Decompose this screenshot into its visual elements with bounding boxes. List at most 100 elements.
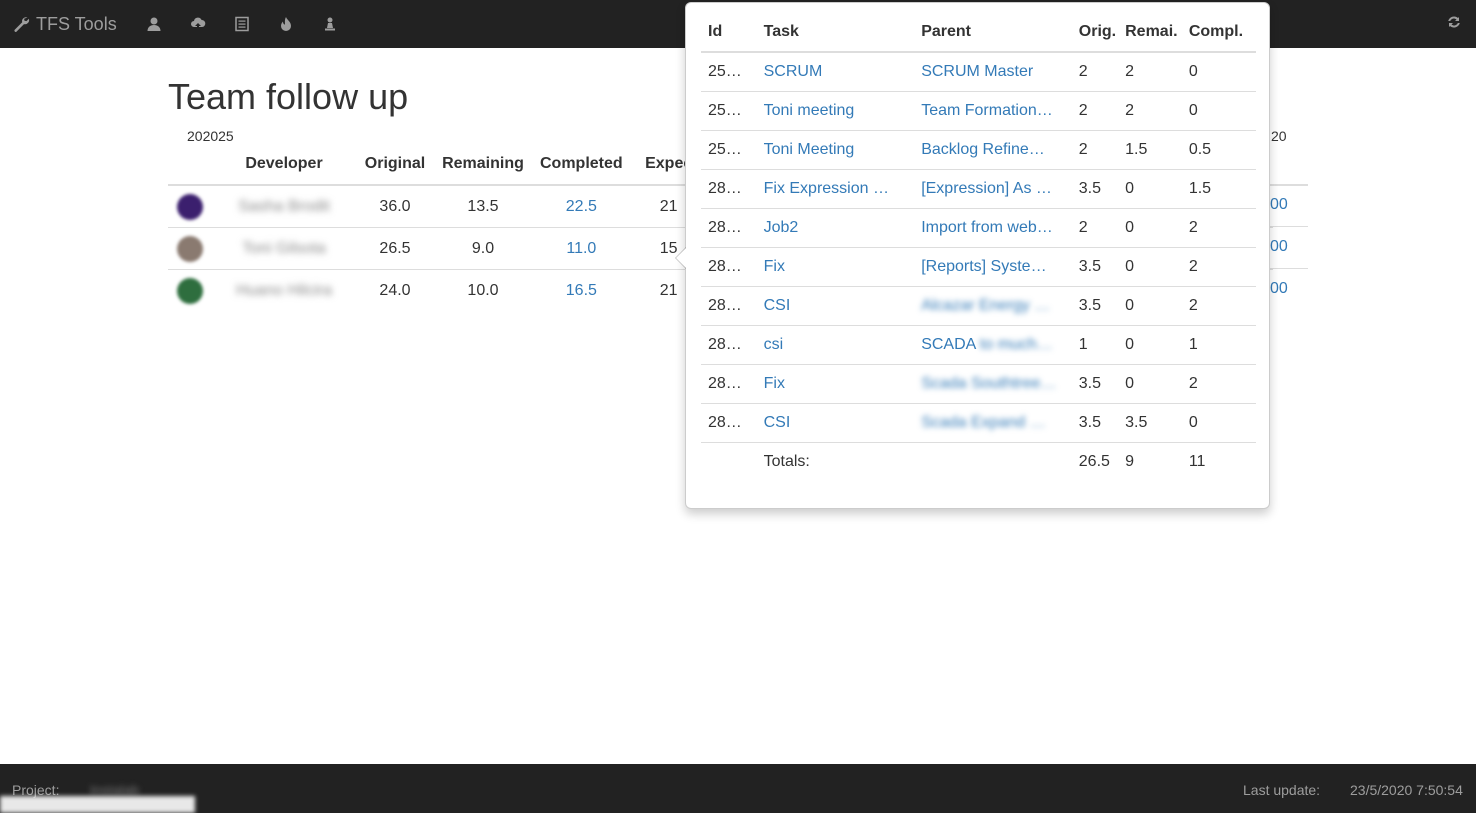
parent-link[interactable]: [Reports] Syste… [921,258,1046,275]
totals-row: Totals: 26.5 9 11 [701,443,1256,482]
popover-arrow [675,247,686,269]
orig-cell: 3.5 [1071,169,1119,209]
compl-cell: 1.5 [1181,169,1256,209]
table-row: 28318 Job2 Import from web… 2 0 2 [701,208,1256,248]
trailing-link[interactable]: 00 [1270,280,1288,298]
parent-link[interactable]: SCRUM Master [921,63,1033,80]
original-cell: 26.5 [356,227,434,270]
page-title: Team follow up [168,76,409,117]
parent-link[interactable]: Scada Expand … [921,414,1046,431]
task-link[interactable]: Fix [764,258,785,275]
chess-pawn-icon[interactable] [320,14,340,34]
table-row: 28389 csi SCADA to much… 1 0 1 [701,325,1256,365]
avatar [177,235,203,262]
compl-cell: 2 [1181,247,1256,287]
remai-header: Remai. [1118,13,1182,53]
table-row: 25945 Toni meeting Team Formation… 2 2 0 [701,91,1256,131]
task-id: 28442 [701,169,757,209]
developer-name: Huano Hilcira [235,281,333,299]
orig-cell: 2 [1071,91,1119,131]
trailing-link[interactable]: 00 [1270,196,1288,214]
table-row: 28031 Fix [Reports] Syste… 3.5 0 2 [701,247,1256,287]
parent-link[interactable]: SCADA to much… [921,336,1053,353]
parent-link[interactable]: Team Formation… [921,102,1053,119]
task-link[interactable]: Toni meeting [764,102,855,119]
compl-cell: 2 [1181,364,1256,404]
table-row: 28431 CSI Scada Expand … 3.5 3.5 0 [701,403,1256,443]
compl-cell: 1 [1181,325,1256,365]
task-header: Task [756,13,915,53]
id-header: Id [701,13,757,53]
avatar [177,277,203,304]
completed-link[interactable]: 11.0 [566,240,596,257]
week-label: 202025 [187,128,234,144]
parent-link-text: SCADA [921,336,976,353]
remaining-cell: 13.5 [434,185,532,228]
totals-orig: 26.5 [1078,453,1110,470]
status-bar-blurred [0,796,195,813]
brand-text: TFS Tools [36,13,117,34]
parent-header: Parent [914,13,1072,53]
original-cell: 36.0 [356,185,434,228]
parent-link[interactable]: Scada Southtree… [921,375,1056,392]
avatar-header [168,144,212,186]
list-icon[interactable] [232,14,252,34]
footer: Project: Instalab Last update: 23/5/2020… [0,764,1476,813]
task-link[interactable]: Fix [764,375,785,392]
remai-cell: 0 [1118,286,1182,326]
refresh-icon[interactable] [1446,14,1466,34]
task-link[interactable]: SCRUM [764,63,823,80]
parent-link[interactable]: Alcazar Energy … [921,297,1050,314]
task-link[interactable]: Toni Meeting [764,141,855,158]
table-row: 28442 Fix Expression … [Expression] As …… [701,169,1256,209]
completed-link[interactable]: 16.5 [566,282,597,299]
compl-cell: 2 [1181,286,1256,326]
task-link[interactable]: csi [764,336,784,353]
parent-link-blurred: to much… [979,336,1053,353]
task-link[interactable]: Fix Expression … [764,180,889,197]
original-header: Original [356,144,434,186]
cloud-upload-icon[interactable] [188,14,208,34]
remaining-cell: 9.0 [434,227,532,270]
orig-header: Orig. [1071,13,1119,53]
table-row: 28380 CSI Alcazar Energy … 3.5 0 2 [701,286,1256,326]
completed-header: Completed [532,144,631,186]
compl-header: Compl. [1181,13,1256,53]
task-link[interactable]: Job2 [764,219,799,236]
task-link[interactable]: CSI [764,414,791,431]
orig-cell: 3.5 [1071,286,1119,326]
task-id: 28031 [701,247,757,287]
remai-cell: 0 [1118,208,1182,248]
brand-link[interactable]: TFS Tools [12,0,117,48]
remaining-cell: 10.0 [467,281,499,299]
parent-link[interactable]: Backlog Refine… [921,141,1045,158]
orig-cell: 2 [1071,130,1119,170]
compl-cell: 0.5 [1181,130,1256,170]
task-id: 28409 [701,364,757,404]
table-row: 25950 Toni Meeting Backlog Refine… 2 1.5… [701,130,1256,170]
wrench-icon [14,17,30,32]
trailing-link[interactable]: 00 [1270,238,1288,256]
remai-cell: 0 [1118,169,1182,209]
original-cell: 24.0 [379,281,411,299]
task-id: 28389 [701,325,757,365]
task-id: 25943 [701,52,757,92]
remai-cell: 0 [1118,364,1182,404]
orig-cell: 3.5 [1071,364,1119,404]
last-update-label: Last update: [1243,782,1321,798]
developer-name: Sasha Brodit [238,197,330,215]
remai-cell: 2 [1118,52,1182,92]
completed-link[interactable]: 22.5 [566,198,597,215]
task-id: 28318 [701,208,757,248]
orig-cell: 2 [1071,52,1119,92]
orig-cell: 3.5 [1071,247,1119,287]
parent-link[interactable]: [Expression] As … [921,180,1052,197]
parent-link[interactable]: Import from web… [921,219,1053,236]
user-icon[interactable] [144,14,164,34]
fire-icon[interactable] [276,14,296,34]
task-id: 25945 [701,91,757,131]
task-table: Id Task Parent Orig. Remai. Compl. 25943… [701,13,1256,481]
table-row: 28409 Fix Scada Southtree… 3.5 0 2 [701,364,1256,404]
task-link[interactable]: CSI [764,297,791,314]
orig-cell: 1 [1071,325,1119,365]
